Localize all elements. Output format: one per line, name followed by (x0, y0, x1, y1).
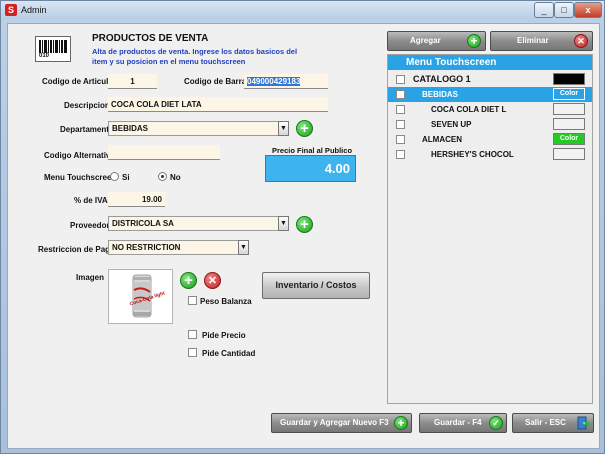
iva-label: % de IVA (74, 196, 108, 205)
tree-item-checkbox[interactable]: ✓ (396, 90, 405, 99)
agregar-button[interactable]: Agregar + (387, 31, 486, 51)
precio-final-field[interactable]: 4.00 (265, 155, 356, 182)
tree-item-label: ALMACEN (422, 135, 462, 144)
app-icon: S (5, 4, 17, 16)
tree-item-almacen[interactable]: ALMACEN Color (388, 132, 592, 147)
departamento-label: Departamento (60, 125, 114, 134)
pide-precio-checkbox[interactable] (188, 330, 197, 339)
tree-item-hersheys[interactable]: HERSHEY'S CHOCOL (388, 147, 592, 162)
pide-precio-label: Pide Precio (202, 331, 246, 340)
close-window-button[interactable]: x (574, 2, 602, 18)
tree-item-label: CATALOGO 1 (413, 74, 471, 84)
descripcion-field[interactable]: COCA COLA DIET LATA (108, 97, 328, 112)
color-swatch[interactable] (553, 118, 585, 130)
plus-icon: + (394, 416, 408, 430)
add-image-button[interactable]: + (180, 272, 197, 289)
tree-item-label: SEVEN UP (431, 120, 472, 129)
restriccion-pago-value: NO RESTRICTION (112, 243, 181, 252)
barcode-icon: 010 (35, 36, 71, 62)
tree-item-checkbox[interactable] (396, 105, 405, 114)
close-icon: ✕ (574, 34, 588, 48)
menu-si-radio[interactable] (110, 172, 119, 181)
add-departamento-button[interactable]: + (296, 120, 313, 137)
minimize-button[interactable]: _ (534, 2, 554, 18)
codigo-alternativo-label: Codigo Alternativo (44, 151, 116, 160)
page-subtitle-line2: item y su posicion en el menu touchscree… (92, 57, 246, 66)
guardar-button-label: Guardar - F4 (434, 418, 482, 427)
tree-item-label: COCA COLA DIET L (431, 105, 507, 114)
iva-field[interactable]: 19.00 (108, 192, 165, 207)
codigo-barras-field[interactable]: 049000429183 (244, 74, 328, 89)
menu-touchscreen-panel: Menu Touchscreen CATALOGO 1 ✓ BEBIDAS Co… (387, 54, 593, 404)
tree-item-bebidas[interactable]: ✓ BEBIDAS Color (388, 87, 592, 102)
menu-si-label: Si (122, 173, 130, 182)
main-content: 010 PRODUCTOS DE VENTA Alta de productos… (7, 23, 600, 449)
tree-item-checkbox[interactable] (396, 120, 405, 129)
page-title: PRODUCTOS DE VENTA (92, 33, 209, 44)
departamento-value: BEBIDAS (112, 124, 149, 133)
color-swatch[interactable] (553, 103, 585, 115)
codigo-barras-label: Codigo de Barras (184, 77, 251, 86)
salir-button-label: Salir - ESC (525, 418, 566, 427)
tree-item-coca-cola-diet[interactable]: COCA COLA DIET L (388, 102, 592, 117)
barcode-digits: 010 (39, 53, 50, 59)
peso-balanza-checkbox[interactable] (188, 296, 197, 305)
eliminar-button[interactable]: Eliminar ✕ (490, 31, 593, 51)
guardar-agregar-nuevo-label: Guardar y Agregar Nuevo F3 (280, 418, 389, 427)
eliminar-button-label: Eliminar (517, 36, 549, 45)
guardar-agregar-nuevo-button[interactable]: Guardar y Agregar Nuevo F3 + (271, 413, 412, 433)
restriccion-pago-label: Restriccion de Pago (38, 245, 115, 254)
tree-item-label: HERSHEY'S CHOCOL (431, 150, 514, 159)
tree-item-seven-up[interactable]: SEVEN UP (388, 117, 592, 132)
tree-item-checkbox[interactable] (396, 150, 405, 159)
product-image[interactable]: Coca-Cola light (108, 269, 173, 324)
chevron-down-icon[interactable]: ▼ (278, 121, 289, 136)
remove-image-button[interactable]: ✕ (204, 272, 221, 289)
tree-item-label: BEBIDAS (422, 90, 459, 99)
window-title: Admin (21, 5, 47, 15)
exit-door-icon (576, 416, 590, 430)
color-swatch[interactable] (553, 148, 585, 160)
pide-cantidad-checkbox[interactable] (188, 348, 197, 357)
departamento-select[interactable]: BEBIDAS ▼ (108, 121, 289, 136)
peso-balanza-label: Peso Balanza (200, 297, 252, 306)
menu-no-radio[interactable] (158, 172, 167, 181)
codigo-alternativo-field[interactable] (108, 145, 220, 160)
menu-touchscreen-header: Menu Touchscreen (388, 55, 592, 70)
menu-no-label: No (170, 173, 181, 182)
color-swatch[interactable]: Color (553, 133, 585, 145)
restriccion-pago-select[interactable]: NO RESTRICTION ▼ (108, 240, 249, 255)
page-subtitle-line1: Alta de productos de venta. Ingrese los … (92, 47, 298, 56)
tree-item-checkbox[interactable] (396, 75, 405, 84)
title-bar[interactable]: S Admin _ □ x (1, 1, 604, 19)
codigo-barras-selected-text: 049000429183 (247, 77, 301, 86)
proveedor-select[interactable]: DISTRICOLA SA ▼ (108, 216, 289, 231)
codigo-articulo-label: Codigo de Articulo (42, 77, 114, 86)
maximize-button[interactable]: □ (554, 2, 574, 18)
color-swatch[interactable] (553, 73, 585, 85)
proveedor-label: Proveedor (70, 221, 110, 230)
precio-final-label: Precio Final al Publico (272, 146, 353, 155)
proveedor-value: DISTRICOLA SA (112, 219, 174, 228)
add-proveedor-button[interactable]: + (296, 216, 313, 233)
descripcion-label: Descripcion (64, 101, 110, 110)
menu-touchscreen-label: Menu Touchscreen (44, 173, 117, 182)
inventario-costos-button[interactable]: Inventario / Costos (262, 272, 370, 299)
guardar-button[interactable]: Guardar - F4 ✓ (419, 413, 507, 433)
chevron-down-icon[interactable]: ▼ (238, 240, 249, 255)
agregar-button-label: Agregar (410, 36, 441, 45)
color-swatch[interactable]: Color (553, 88, 585, 100)
chevron-down-icon[interactable]: ▼ (278, 216, 289, 231)
codigo-articulo-field[interactable]: 1 (108, 74, 157, 89)
salir-button[interactable]: Salir - ESC (512, 413, 594, 433)
pide-cantidad-label: Pide Cantidad (202, 349, 256, 358)
tree-item-catalogo-1[interactable]: CATALOGO 1 (388, 72, 592, 87)
imagen-label: Imagen (76, 273, 105, 282)
tree-item-checkbox[interactable] (396, 135, 405, 144)
checkmark-icon: ✓ (489, 416, 503, 430)
admin-window: S Admin _ □ x 010 PRODUCTOS DE VENTA Alt… (0, 0, 605, 454)
plus-icon: + (467, 34, 481, 48)
